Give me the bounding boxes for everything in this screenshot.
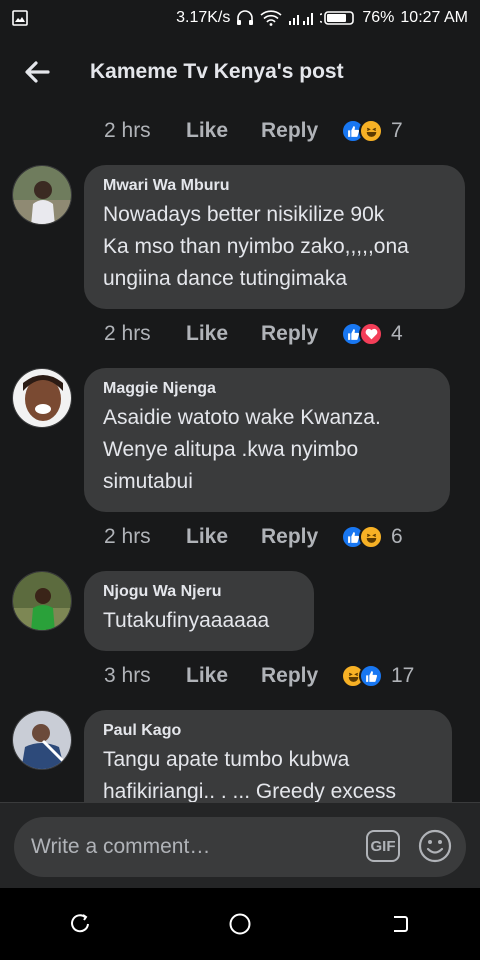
comment-time: 2 hrs	[104, 525, 151, 548]
reactions-summary[interactable]	[341, 664, 383, 688]
comment-text: Tutakufinyaaaaaa	[103, 605, 295, 637]
reactions-summary[interactable]	[341, 119, 383, 143]
love-reaction-icon	[359, 322, 383, 346]
comment-author[interactable]: Maggie Njenga	[103, 380, 431, 398]
post-header: Kameme Tv Kenya's post	[0, 36, 480, 108]
comment-bubble[interactable]: Njogu Wa Njeru Tutakufinyaaaaaa	[84, 571, 314, 651]
comment-time: 2 hrs	[104, 322, 151, 345]
emoji-button[interactable]	[418, 829, 452, 863]
comment-bubble[interactable]: Mwari Wa Mburu Nowadays better nisikiliz…	[84, 165, 465, 309]
battery-icon	[320, 10, 356, 26]
comment-bubble[interactable]: Maggie Njenga Asaidie watoto wake Kwanza…	[84, 368, 450, 512]
status-right: 3.17K/s 76% 10:27 AM	[176, 9, 468, 27]
comment-line: Tangu apate tumbo kubwa	[103, 748, 350, 771]
like-button[interactable]: Like	[186, 322, 261, 346]
comment-line: Nowadays better nisikilize 90k	[103, 203, 385, 226]
comment-line: Tutakufinyaaaaaa	[103, 609, 270, 632]
avatar[interactable]	[12, 710, 72, 770]
comment-meta-row: 2 hrs Like Reply 6	[104, 522, 403, 552]
reply-button[interactable]: Reply	[261, 322, 341, 346]
comment-line: Wenye alitupa .kwa nyimbo	[103, 438, 359, 461]
reply-button[interactable]: Reply	[261, 664, 341, 688]
system-nav-bar	[0, 888, 480, 960]
network-speed: 3.17K/s	[176, 9, 231, 26]
signal-icon	[288, 10, 314, 26]
reactions-summary[interactable]	[341, 322, 383, 346]
comment-text: Nowadays better nisikilize 90k Ka mso th…	[103, 199, 446, 295]
back-nav-button[interactable]	[380, 904, 420, 944]
comment-author[interactable]: Paul Kago	[103, 722, 433, 740]
gif-button[interactable]: GIF	[366, 830, 400, 862]
comment-line: ungiina dance tutingimaka	[103, 267, 348, 290]
recent-apps-icon	[71, 914, 89, 933]
comment-composer-bar: GIF	[0, 802, 480, 888]
home-icon	[229, 913, 251, 935]
back-nav-icon	[394, 916, 408, 932]
status-bar: 3.17K/s 76% 10:27 AM	[0, 0, 480, 36]
avatar[interactable]	[12, 571, 72, 631]
like-button[interactable]: Like	[186, 525, 261, 549]
comment-author[interactable]: Mwari Wa Mburu	[103, 177, 446, 195]
comment-meta-row: 2 hrs Like Reply 4	[104, 319, 403, 349]
emoji-icon	[418, 829, 452, 863]
reaction-count: 6	[391, 525, 403, 548]
reaction-count: 4	[391, 322, 403, 345]
headphones-icon	[236, 10, 254, 26]
comments-feed[interactable]: 2 hrs Like Reply 7 Mwari Wa Mburu Nowada…	[0, 108, 480, 802]
comment-input[interactable]	[31, 835, 351, 859]
comment-meta-row: 2 hrs Like Reply 7	[104, 116, 403, 146]
comment-meta-row: 3 hrs Like Reply 17	[104, 661, 414, 691]
haha-reaction-icon	[359, 525, 383, 549]
comment-text: Asaidie watoto wake Kwanza. Wenye alitup…	[103, 402, 431, 498]
comment-time: 2 hrs	[104, 119, 151, 142]
avatar[interactable]	[12, 368, 72, 428]
back-button[interactable]	[22, 57, 52, 87]
comment-line: simutabui	[103, 470, 193, 493]
comment-composer[interactable]: GIF	[14, 817, 466, 877]
reply-button[interactable]: Reply	[261, 119, 341, 143]
clock: 10:27 AM	[400, 9, 468, 26]
reply-button[interactable]: Reply	[261, 525, 341, 549]
comment-author[interactable]: Njogu Wa Njeru	[103, 583, 295, 601]
comment-line: Ka mso than nyimbo zako,,,,,ona	[103, 235, 409, 258]
battery-percent: 76%	[362, 9, 395, 26]
back-arrow-icon	[25, 61, 50, 83]
haha-reaction-icon	[359, 119, 383, 143]
avatar[interactable]	[12, 165, 72, 225]
like-button[interactable]: Like	[186, 119, 261, 143]
recent-apps-button[interactable]	[60, 904, 100, 944]
like-reaction-icon	[359, 664, 383, 688]
reaction-count: 17	[391, 664, 415, 687]
reaction-count: 7	[391, 119, 403, 142]
comment-text: Tangu apate tumbo kubwa hafikiriangi.. .…	[103, 744, 433, 802]
home-button[interactable]	[220, 904, 260, 944]
wifi-icon	[260, 10, 282, 26]
page-title: Kameme Tv Kenya's post	[90, 60, 344, 83]
comment-time: 3 hrs	[104, 664, 151, 687]
gallery-icon	[12, 10, 28, 26]
like-button[interactable]: Like	[186, 664, 261, 688]
comment-line: hafikiriangi.. . ... Greedy excess	[103, 780, 396, 802]
comment-line: Asaidie watoto wake Kwanza.	[103, 406, 381, 429]
comment-bubble[interactable]: Paul Kago Tangu apate tumbo kubwa hafiki…	[84, 710, 452, 802]
reactions-summary[interactable]	[341, 525, 383, 549]
